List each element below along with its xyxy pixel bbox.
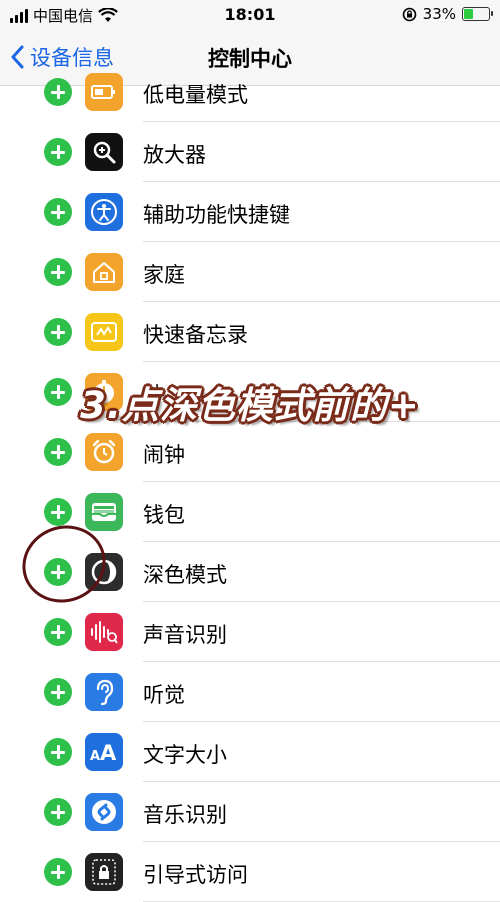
- status-right: 33%: [402, 5, 493, 23]
- home-icon: [85, 253, 123, 291]
- status-bar: 中国电信 18:01 33%: [0, 0, 500, 30]
- guided-access-icon: [85, 853, 123, 891]
- list-item-label: 文字大小: [143, 743, 227, 767]
- wallet-icon: [85, 493, 123, 531]
- alarm-icon: [85, 433, 123, 471]
- add-control-button[interactable]: [44, 798, 72, 826]
- list-item-label: 放大器: [143, 143, 206, 167]
- svg-text:A: A: [100, 741, 117, 764]
- battery-icon: [462, 7, 493, 21]
- list-item: 听觉: [0, 662, 500, 722]
- add-control-button[interactable]: [44, 258, 72, 286]
- text-size-icon: AA: [85, 733, 123, 771]
- list-item-label: 深色模式: [143, 563, 227, 587]
- orientation-lock-icon: [402, 7, 416, 21]
- quick-note-icon: [85, 313, 123, 351]
- battery-icon: [85, 73, 123, 111]
- hearing-icon: [85, 673, 123, 711]
- sound-recognition-icon: [85, 613, 123, 651]
- list-item-label: 家庭: [143, 263, 185, 287]
- list-item: 家庭: [0, 242, 500, 302]
- add-control-button[interactable]: [44, 738, 72, 766]
- list-item-label: 闹钟: [143, 443, 185, 467]
- add-control-button[interactable]: [44, 678, 72, 706]
- add-control-button[interactable]: [44, 78, 72, 106]
- list-item-label: 低电量模式: [143, 83, 248, 107]
- list-item: 放大器: [0, 122, 500, 182]
- list-item-label: 快速备忘录: [143, 323, 248, 347]
- add-control-button[interactable]: [44, 318, 72, 346]
- add-control-button[interactable]: [44, 198, 72, 226]
- list-item-label: 音乐识别: [143, 803, 227, 827]
- svg-text:A: A: [90, 749, 100, 764]
- more-controls-list: 低电量模式 放大器 辅助功能快捷键 家庭 快速备忘录秒闹钟 钱包 深色模式 声音识别 听觉 A A 文…: [0, 62, 500, 902]
- add-control-button[interactable]: [44, 498, 72, 526]
- list-item-label: 声音识别: [143, 623, 227, 647]
- list-item: A A 文字大小: [0, 722, 500, 782]
- battery-fill: [464, 9, 473, 19]
- instruction-overlay: 3.点深色模式前的+: [80, 384, 420, 427]
- add-control-button[interactable]: [44, 438, 72, 466]
- accessibility-icon: [85, 193, 123, 231]
- magnifier-icon: [85, 133, 123, 171]
- battery-percent: 33%: [422, 5, 456, 23]
- list-item: 音乐识别: [0, 782, 500, 842]
- list-item-label: 钱包: [143, 503, 185, 527]
- list-item: 低电量模式: [0, 62, 500, 122]
- list-item-label: 听觉: [143, 683, 185, 707]
- list-item: 声音识别: [0, 602, 500, 662]
- add-control-button[interactable]: [44, 138, 72, 166]
- list-item-label: 辅助功能快捷键: [143, 203, 290, 227]
- list-item: 辅助功能快捷键: [0, 182, 500, 242]
- list-item: 引导式访问: [0, 842, 500, 902]
- shazam-icon: [85, 793, 123, 831]
- add-control-button[interactable]: [44, 858, 72, 886]
- list-item: 快速备忘录: [0, 302, 500, 362]
- add-control-button[interactable]: [44, 618, 72, 646]
- list-item: 闹钟: [0, 422, 500, 482]
